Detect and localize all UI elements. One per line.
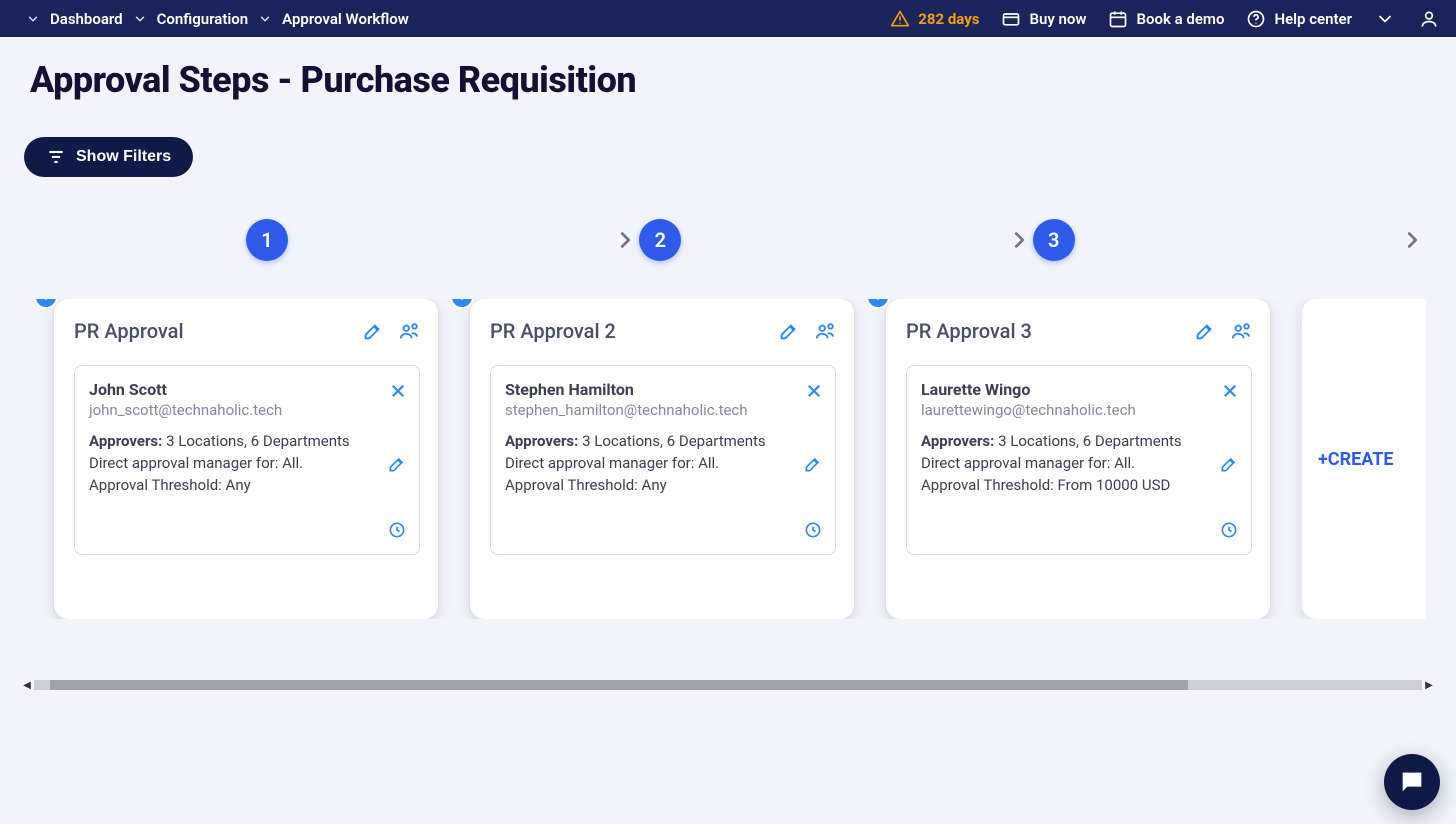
add-step-button[interactable]: + [868,299,888,307]
more-chevron-down-icon[interactable] [1374,8,1396,30]
approval-card: PR Approval 2 Stephen Hamilton stephen_h… [470,299,854,619]
step-badge-3: 3 [1033,219,1075,261]
approver-card: John Scott john_scott@technaholic.tech A… [74,365,420,555]
approver-name: Stephen Hamilton [505,380,821,399]
approver-name: John Scott [89,380,405,399]
approver-email: laurettewingo@technaholic.tech [921,401,1237,419]
approver-meta: Approvers: 3 Locations, 6 Departments Di… [505,431,821,496]
create-label: +CREATE [1318,449,1394,470]
approver-email: stephen_hamilton@technaholic.tech [505,401,821,419]
chat-icon [1398,768,1426,796]
book-demo-label: Book a demo [1136,10,1224,28]
remove-approver-icon[interactable] [805,382,823,404]
breadcrumb-approval-workflow[interactable]: Approval Workflow [282,10,409,28]
approver-card: Stephen Hamilton stephen_hamilton@techna… [490,365,836,555]
approval-cards-row: + PR Approval John Scott john_scott@tech… [30,299,1426,619]
buy-now-link[interactable]: Buy now [1001,9,1086,29]
card-title: PR Approval [74,319,184,343]
schedule-icon[interactable] [803,520,823,544]
schedule-icon[interactable] [387,520,407,544]
help-center-link[interactable]: Help center [1246,9,1352,29]
manage-approvers-icon[interactable] [1230,320,1252,342]
approver-card: Laurette Wingo laurettewingo@technaholic… [906,365,1252,555]
chevron-down-icon[interactable] [256,10,274,28]
card-title: PR Approval 3 [906,319,1032,343]
scroll-thumb[interactable] [50,680,1188,690]
card-slot: + PR Approval 3 Laurette Wingo laurettew… [886,299,1270,619]
chevron-down-icon[interactable] [131,10,149,28]
card-title: PR Approval 2 [490,319,616,343]
create-step-card[interactable]: +CREATE [1302,299,1426,619]
breadcrumb-configuration[interactable]: Configuration [157,10,249,28]
approver-email: john_scott@technaholic.tech [89,401,405,419]
schedule-icon[interactable] [1219,520,1239,544]
add-step-button[interactable]: + [36,299,56,307]
step-badge-2: 2 [639,219,681,261]
edit-approver-icon[interactable] [803,454,823,478]
scroll-left-arrow[interactable]: ◀ [20,680,34,691]
breadcrumb: Dashboard Configuration Approval Workflo… [24,10,409,28]
approver-meta: Approvers: 3 Locations, 6 Departments Di… [89,431,405,496]
nav-right: 282 days Buy now Book a demo Help center [890,8,1446,30]
remove-approver-icon[interactable] [389,382,407,404]
scroll-track[interactable] [34,680,1422,690]
days-label: 282 days [918,10,979,28]
edit-approver-icon[interactable] [387,454,407,478]
remove-approver-icon[interactable] [1221,382,1239,404]
step-badge-1: 1 [246,219,288,261]
user-account-icon[interactable] [1418,8,1440,30]
approver-name: Laurette Wingo [921,380,1237,399]
manage-approvers-icon[interactable] [398,320,420,342]
horizontal-scrollbar[interactable]: ◀ ▶ [20,678,1436,692]
manage-approvers-icon[interactable] [814,320,836,342]
chevron-right-icon [1398,226,1426,254]
chevron-right-icon [611,226,639,254]
buy-now-label: Buy now [1029,10,1086,28]
page-body: Approval Steps - Purchase Requisition Sh… [0,37,1456,619]
trial-days-remaining[interactable]: 282 days [890,9,979,29]
chat-bubble-button[interactable] [1384,754,1440,810]
chevron-right-icon [1005,226,1033,254]
card-slot: + PR Approval 2 Stephen Hamilton stephen… [470,299,854,619]
approval-card: PR Approval John Scott john_scott@techna… [54,299,438,619]
filter-icon [46,147,66,167]
steps-header: 1 2 3 [30,219,1426,261]
scroll-right-arrow[interactable]: ▶ [1422,680,1436,691]
approval-card: PR Approval 3 Laurette Wingo laurettewin… [886,299,1270,619]
chevron-down-icon[interactable] [24,10,42,28]
book-demo-link[interactable]: Book a demo [1108,9,1224,29]
help-center-label: Help center [1274,10,1352,28]
edit-step-icon[interactable] [778,320,800,342]
show-filters-button[interactable]: Show Filters [24,137,193,177]
approver-meta: Approvers: 3 Locations, 6 Departments Di… [921,431,1237,496]
show-filters-label: Show Filters [76,148,171,166]
top-navbar: Dashboard Configuration Approval Workflo… [0,0,1456,37]
edit-step-icon[interactable] [362,320,384,342]
add-step-button[interactable]: + [452,299,472,307]
breadcrumb-dashboard[interactable]: Dashboard [50,10,123,28]
edit-step-icon[interactable] [1194,320,1216,342]
card-slot: + PR Approval John Scott john_scott@tech… [54,299,438,619]
edit-approver-icon[interactable] [1219,454,1239,478]
page-title: Approval Steps - Purchase Requisition [30,59,1426,101]
